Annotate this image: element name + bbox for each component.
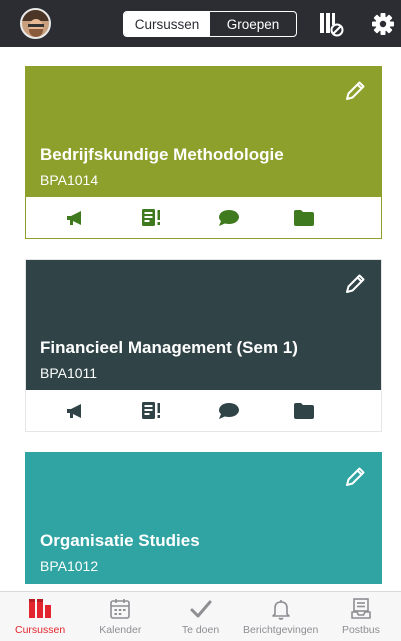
folder-icon[interactable] — [294, 209, 314, 226]
megaphone-icon[interactable] — [66, 403, 86, 419]
tab-label: Berichtgevingen — [243, 624, 319, 636]
course-card-header[interactable]: Organisatie Studies BPA1012 — [26, 453, 381, 583]
segment-cursussen[interactable]: Cursussen — [124, 12, 210, 36]
chat-bubble-icon[interactable] — [218, 209, 240, 227]
tab-label: Postbus — [341, 624, 380, 636]
course-title: Bedrijfskundige Methodologie — [40, 145, 284, 164]
filter-off-icon[interactable] — [318, 11, 344, 37]
course-card-header[interactable]: Financieel Management (Sem 1) BPA1011 — [26, 260, 381, 390]
tab-kalender[interactable]: Kalender — [80, 592, 160, 641]
tab-label: Te doen — [181, 624, 220, 636]
chat-bubble-icon[interactable] — [218, 402, 240, 420]
course-actions — [26, 197, 381, 238]
course-code: BPA1011 — [40, 365, 98, 381]
gear-icon[interactable] — [370, 11, 396, 37]
tab-label: Kalender — [99, 624, 142, 636]
assignment-icon[interactable] — [142, 401, 162, 420]
avatar[interactable] — [20, 8, 51, 39]
top-bar: Cursussen Groepen — [0, 0, 401, 47]
segment-groepen[interactable]: Groepen — [210, 12, 296, 36]
course-title: Organisatie Studies — [40, 531, 200, 550]
course-actions — [26, 390, 381, 431]
course-code: BPA1014 — [40, 172, 99, 188]
folder-icon[interactable] — [294, 402, 314, 419]
course-title: Financieel Management (Sem 1) — [40, 338, 298, 357]
megaphone-icon[interactable] — [66, 210, 86, 226]
assignment-icon[interactable] — [142, 208, 162, 227]
tab-postbus[interactable]: Postbus — [321, 592, 401, 641]
course-card-header[interactable]: Bedrijfskundige Methodologie BPA1014 — [26, 67, 381, 197]
bell-icon — [271, 600, 290, 620]
tab-cursussen[interactable]: Cursussen — [0, 592, 80, 641]
course-code: BPA1012 — [40, 558, 99, 574]
courses-icon — [29, 599, 52, 618]
segmented-control: Cursussen Groepen — [123, 11, 297, 37]
pencil-icon[interactable] — [343, 465, 367, 489]
tab-bar: Cursussen Kalender Te doen Berichtgeving… — [0, 591, 401, 641]
inbox-icon — [351, 598, 371, 619]
tab-label: Cursussen — [15, 624, 66, 636]
checkmark-icon — [190, 600, 211, 618]
calendar-icon — [110, 599, 131, 619]
tab-te-doen[interactable]: Te doen — [160, 592, 240, 641]
course-card[interactable]: Organisatie Studies BPA1012 — [25, 452, 382, 584]
course-card[interactable]: Bedrijfskundige Methodologie BPA1014 — [25, 66, 382, 239]
tab-berichtgevingen[interactable]: Berichtgevingen — [241, 592, 321, 641]
pencil-icon[interactable] — [343, 79, 367, 103]
course-card[interactable]: Financieel Management (Sem 1) BPA1011 — [25, 259, 382, 432]
pencil-icon[interactable] — [343, 272, 367, 296]
